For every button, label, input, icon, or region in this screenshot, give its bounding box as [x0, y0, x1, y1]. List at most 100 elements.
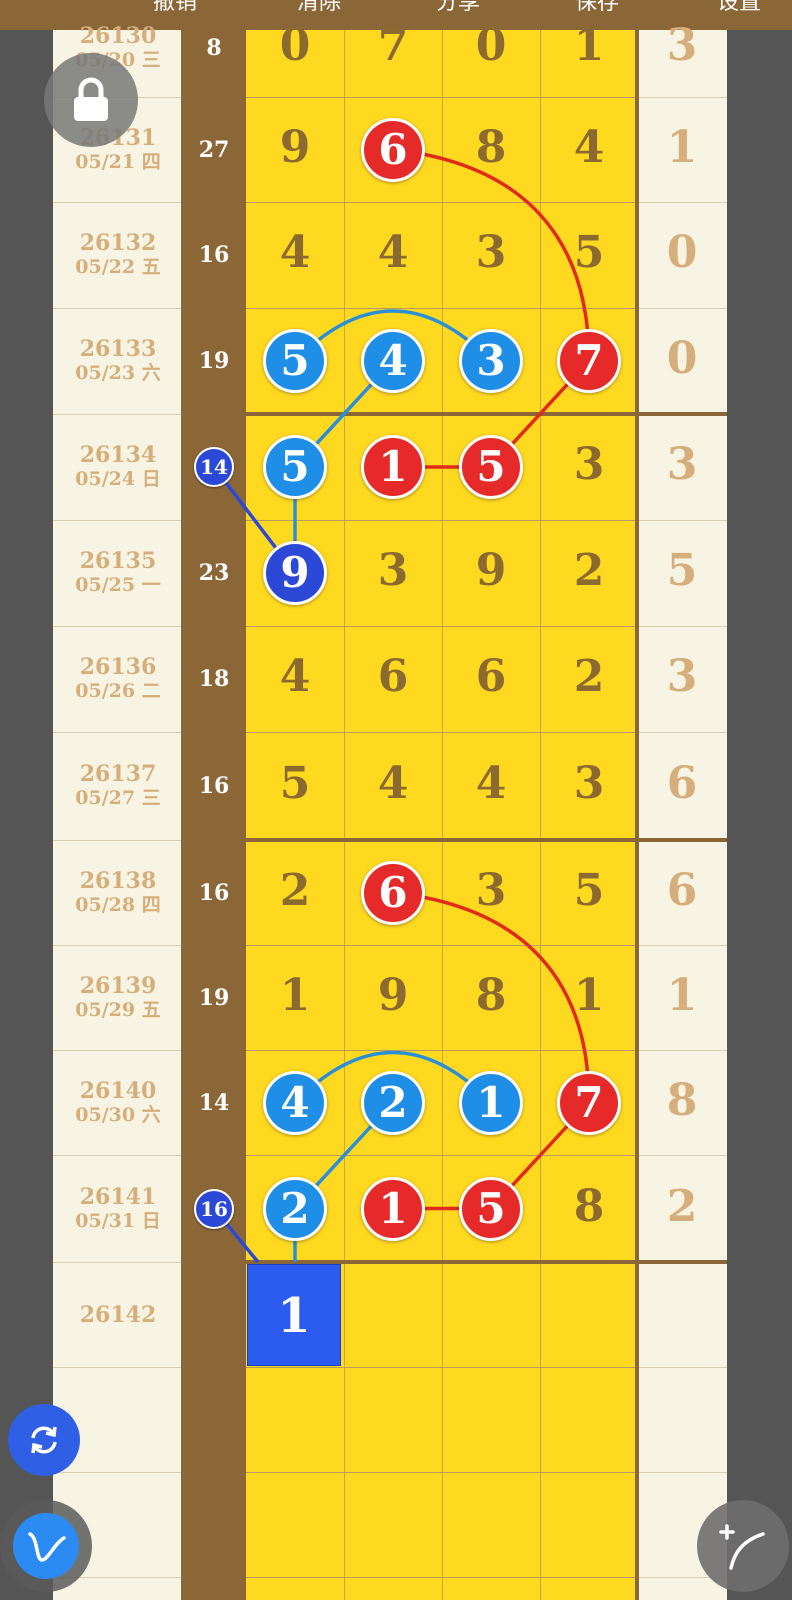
sum-cell: 16 [198, 773, 230, 799]
digit-cell[interactable]: 3 [540, 758, 638, 809]
issue-number: 26138 [79, 867, 157, 894]
digit-cell[interactable]: 4 [344, 758, 442, 809]
digit-cell[interactable]: 8 [540, 1181, 638, 1232]
digit-cell[interactable]: 4 [442, 758, 540, 809]
issue-number: 26140 [79, 1077, 157, 1104]
digit-cell[interactable]: 4 [540, 122, 638, 173]
digit-cell[interactable]: 1 [540, 20, 638, 71]
digit-cell[interactable]: 7 [344, 20, 442, 71]
number-ball[interactable]: 7 [557, 1070, 621, 1135]
tail-digit: 6 [666, 758, 698, 809]
lock-button[interactable] [44, 53, 138, 147]
digit-cell[interactable]: 2 [540, 651, 638, 702]
digit-cell[interactable]: 2 [540, 545, 638, 596]
issue-cell: 26132 05/22 五 [53, 231, 183, 279]
clear-button[interactable]: 清除 [297, 0, 341, 18]
issue-cell: 26135 05/25 一 [53, 549, 183, 597]
digit-cell[interactable]: 4 [344, 227, 442, 278]
issue-date: 05/26 二 [75, 680, 161, 702]
issue-number: 26137 [79, 761, 157, 787]
tail-digit: 6 [666, 864, 698, 916]
refresh-icon [31, 1426, 57, 1454]
digit-cell[interactable]: 1 [246, 970, 344, 1021]
issue-date: 05/23 六 [75, 362, 161, 384]
draw-line-button[interactable] [697, 1500, 789, 1592]
digit-cell[interactable]: 3 [540, 439, 638, 490]
digit-cell[interactable]: 6 [442, 651, 540, 702]
number-ball[interactable]: 5 [263, 435, 327, 499]
number-ball[interactable]: 6 [361, 117, 425, 182]
number-ball[interactable]: 5 [459, 1176, 523, 1241]
digit-cell[interactable]: 9 [442, 545, 540, 596]
number-ball[interactable]: 5 [459, 435, 523, 499]
draw-line-icon [719, 1524, 765, 1570]
issue-date: 05/29 五 [75, 998, 161, 1021]
issue-date: 05/31 日 [75, 1209, 161, 1232]
digit-cell[interactable]: 1 [540, 970, 638, 1021]
lock-icon [74, 77, 108, 121]
sum-cell: 19 [198, 984, 230, 1011]
issue-number: 26130 [79, 23, 157, 49]
issue-date: 05/28 四 [75, 893, 161, 916]
save-button[interactable]: 保存 [575, 0, 619, 18]
issue-date: 05/22 五 [75, 256, 161, 278]
issue-number: 26136 [79, 654, 157, 680]
refresh-button[interactable] [8, 1404, 80, 1476]
tail-digit: 5 [666, 545, 698, 596]
selected-digit-box[interactable]: 1 [247, 1264, 341, 1366]
digit-cell[interactable]: 3 [344, 545, 442, 596]
issue-date: 05/25 一 [75, 574, 161, 596]
issue-cell: 26142 [53, 1303, 183, 1327]
digit-cell[interactable]: 9 [344, 970, 442, 1021]
digit-cell[interactable]: 0 [246, 20, 344, 71]
share-button[interactable]: 分享 [436, 0, 480, 18]
number-ball[interactable]: 2 [263, 1176, 327, 1241]
issue-number: 26135 [79, 548, 157, 574]
tail-digit: 2 [666, 1180, 698, 1232]
digit-cell[interactable]: 3 [442, 865, 540, 916]
undo-button[interactable]: 撤销 [153, 0, 197, 18]
digit-cell[interactable]: 4 [246, 227, 344, 278]
number-ball[interactable]: 7 [557, 329, 621, 393]
number-ball[interactable]: 2 [361, 1070, 425, 1135]
digit-cell[interactable]: 0 [442, 20, 540, 71]
digit-cell[interactable]: 5 [540, 865, 638, 916]
sum-cell: 14 [198, 1089, 230, 1116]
issue-date: 05/27 三 [75, 787, 161, 809]
sum-cell: 23 [198, 560, 230, 586]
issue-number: 26141 [79, 1183, 157, 1210]
sum-cell: 27 [198, 136, 230, 163]
digit-cell[interactable]: 4 [246, 651, 344, 702]
settings-button[interactable]: 设置 [717, 0, 761, 18]
digit-cell[interactable]: 5 [540, 227, 638, 278]
issue-cell: 26133 05/23 六 [53, 337, 183, 385]
pen-tool-button[interactable] [0, 1500, 92, 1592]
sum-marker-ball: 14 [194, 447, 234, 487]
issue-number: 26139 [79, 972, 157, 999]
number-ball[interactable]: 5 [263, 329, 327, 393]
tail-digit: 1 [666, 969, 698, 1021]
sum-marker-ball: 16 [194, 1188, 234, 1229]
number-ball[interactable]: 4 [361, 329, 425, 393]
issue-number: 26133 [79, 336, 157, 362]
number-ball[interactable]: 1 [459, 1070, 523, 1135]
number-ball[interactable]: 6 [361, 860, 425, 925]
number-ball[interactable]: 4 [263, 1070, 327, 1135]
number-ball[interactable]: 1 [361, 435, 425, 499]
issue-cell: 26141 05/31 日 [53, 1185, 183, 1233]
digit-cell[interactable]: 9 [246, 122, 344, 173]
number-ball[interactable]: 1 [361, 1176, 425, 1241]
digit-cell[interactable]: 6 [344, 651, 442, 702]
issue-date: 05/24 日 [75, 468, 161, 490]
digit-cell[interactable]: 2 [246, 865, 344, 916]
number-ball[interactable]: 3 [459, 329, 523, 393]
issue-cell: 26140 05/30 六 [53, 1079, 183, 1127]
digit-cell[interactable]: 5 [246, 758, 344, 809]
sum-cell: 19 [198, 348, 230, 374]
digit-cell[interactable]: 8 [442, 122, 540, 173]
number-ball[interactable]: 9 [263, 541, 327, 605]
tail-digit: 0 [666, 333, 698, 384]
digit-cell[interactable]: 8 [442, 970, 540, 1021]
tail-digit: 3 [666, 439, 698, 490]
digit-cell[interactable]: 3 [442, 227, 540, 278]
